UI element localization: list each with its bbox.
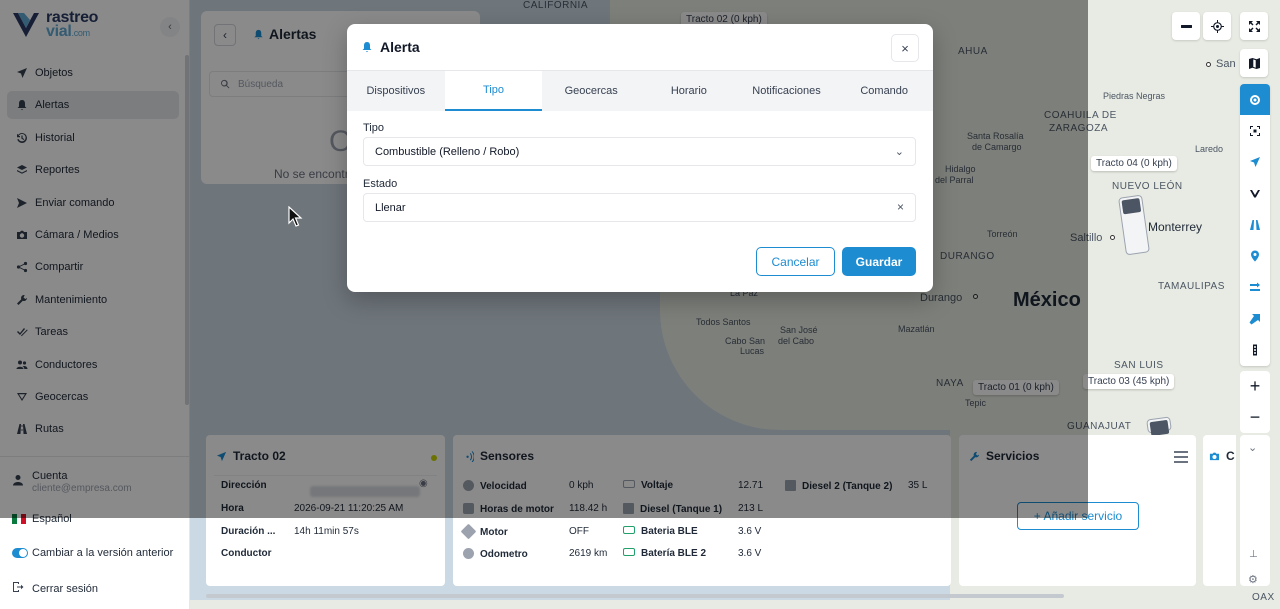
tool-objects-layer[interactable] (1240, 84, 1270, 116)
state-label: Estado (363, 178, 398, 190)
tool-fit-bounds[interactable] (1240, 115, 1270, 146)
tool-streetview[interactable] (1240, 334, 1270, 365)
camera-card-title: C (1226, 449, 1235, 463)
zoom-in-button[interactable]: + (1240, 371, 1270, 402)
camera-card: C (1203, 435, 1236, 586)
tool-route[interactable] (1240, 178, 1270, 209)
horizontal-scrollbar[interactable] (206, 594, 1064, 598)
battery-icon (623, 548, 635, 556)
sensor-value: 2619 km (569, 548, 608, 559)
menu-icon[interactable] (1174, 451, 1188, 463)
detail-value: 14h 11min 57s (294, 526, 359, 537)
alert-dialog: Alerta × Dispositivos Tipo Geocercas Hor… (347, 24, 933, 292)
sensor-value: 3.6 V (738, 548, 762, 559)
pin-icon[interactable]: ⊥ (1249, 549, 1258, 560)
type-select[interactable]: Combustible (Relleno / Robo) ⌄ (363, 137, 916, 166)
target-icon (1250, 94, 1260, 105)
tool-poi[interactable] (1240, 240, 1270, 271)
zoom-out-button[interactable]: − (1240, 402, 1270, 433)
close-button[interactable]: × (891, 34, 919, 62)
plus-icon: + (1249, 376, 1261, 396)
ruler-button[interactable] (1172, 12, 1200, 40)
sensor-value: OFF (569, 526, 589, 537)
state-select-value: Llenar (375, 201, 406, 214)
expand-icon (1248, 20, 1260, 32)
toggle-switch[interactable] (12, 548, 28, 558)
tool-share-location[interactable] (1240, 303, 1270, 334)
detail-key: Duración ... (221, 526, 276, 537)
route-icon (1250, 189, 1260, 198)
vehicle-label[interactable]: Tracto 04 (0 kph) (1091, 156, 1177, 171)
map-tools-bar (1240, 84, 1270, 366)
dialog-title: Alerta (380, 39, 420, 55)
map-label: Laredo (1195, 144, 1224, 154)
map-pin-icon (1251, 250, 1259, 262)
close-icon: × (901, 40, 909, 56)
tab-dispositivos[interactable]: Dispositivos (347, 71, 445, 111)
tab-geocercas[interactable]: Geocercas (542, 71, 640, 111)
state-select[interactable]: Llenar × (363, 193, 916, 222)
tool-road[interactable] (1240, 209, 1270, 240)
key-icon (460, 523, 477, 540)
map-type-button[interactable] (1240, 49, 1268, 77)
battery-icon (623, 526, 635, 534)
fullscreen-button[interactable] (1240, 12, 1268, 40)
map-label: SAN LUIS (1114, 360, 1164, 371)
camera-icon (1209, 452, 1220, 460)
minus-icon: − (1249, 407, 1261, 427)
fit-bounds-icon (1250, 125, 1260, 136)
sensor-name: Bateria BLE (641, 526, 698, 537)
tab-notificaciones[interactable]: Notificaciones (738, 71, 836, 111)
tab-horario[interactable]: Horario (640, 71, 738, 111)
legacy-version-label: Cambiar a la versión anterior (32, 547, 174, 559)
map-label: Monterrey (1148, 220, 1203, 234)
sensor-name: Motor (480, 527, 508, 538)
traffic-light-icon (1253, 344, 1257, 356)
logout-label: Cerrar sesión (32, 582, 99, 595)
bell-icon (362, 42, 372, 53)
map-icon (1248, 57, 1260, 69)
tab-tipo[interactable]: Tipo (444, 71, 543, 111)
map-label: OAX (1252, 592, 1275, 603)
gear-icon[interactable]: ⚙ (1248, 573, 1258, 586)
detail-key: Conductor (221, 548, 272, 559)
bottom-panel-controls: ⌄ ⊥ ⚙ (1240, 435, 1270, 586)
sensor-value: 3.6 V (738, 526, 762, 537)
chevron-down-icon[interactable]: ⌄ (1248, 441, 1257, 454)
map-label: NUEVO LEÓN (1112, 181, 1183, 192)
traffic-flow-icon (1250, 282, 1260, 292)
arrow-up-right-icon (1249, 313, 1260, 325)
navigation-arrow-icon (1250, 157, 1260, 168)
crosshair-icon (1210, 19, 1224, 33)
road-icon (1250, 219, 1260, 230)
tool-traffic[interactable] (1240, 272, 1270, 303)
type-select-value: Combustible (Relleno / Robo) (375, 145, 520, 158)
legacy-version-toggle[interactable]: Cambiar a la versión anterior (12, 547, 173, 559)
vehicle-label[interactable]: Tracto 03 (45 kph) (1083, 374, 1175, 389)
map-label: San (1216, 58, 1236, 70)
globe-icon (463, 548, 474, 559)
dialog-tabs: Dispositivos Tipo Geocercas Horario Noti… (347, 70, 933, 111)
chevron-down-icon: ⌄ (894, 146, 904, 158)
sensor-name: Odometro (480, 549, 528, 560)
map-label: TAMAULIPAS (1158, 281, 1225, 292)
tool-navigation[interactable] (1240, 147, 1270, 178)
truck-marker-icon[interactable] (1146, 416, 1172, 434)
logout-button[interactable]: Cerrar sesión (12, 581, 98, 596)
logout-icon (12, 581, 24, 596)
tab-comando[interactable]: Comando (835, 71, 933, 111)
mouse-cursor-icon (288, 206, 303, 227)
type-label: Tipo (363, 122, 384, 134)
clear-icon[interactable]: × (897, 200, 904, 214)
cancel-button[interactable]: Cancelar (756, 247, 835, 276)
zoom-controls: + − (1240, 371, 1270, 433)
sensor-name: Batería BLE 2 (641, 548, 707, 559)
map-label: Piedras Negras (1103, 91, 1166, 101)
save-button[interactable]: Guardar (842, 247, 916, 276)
locate-button[interactable] (1203, 12, 1231, 40)
ruler-icon (1180, 24, 1192, 28)
